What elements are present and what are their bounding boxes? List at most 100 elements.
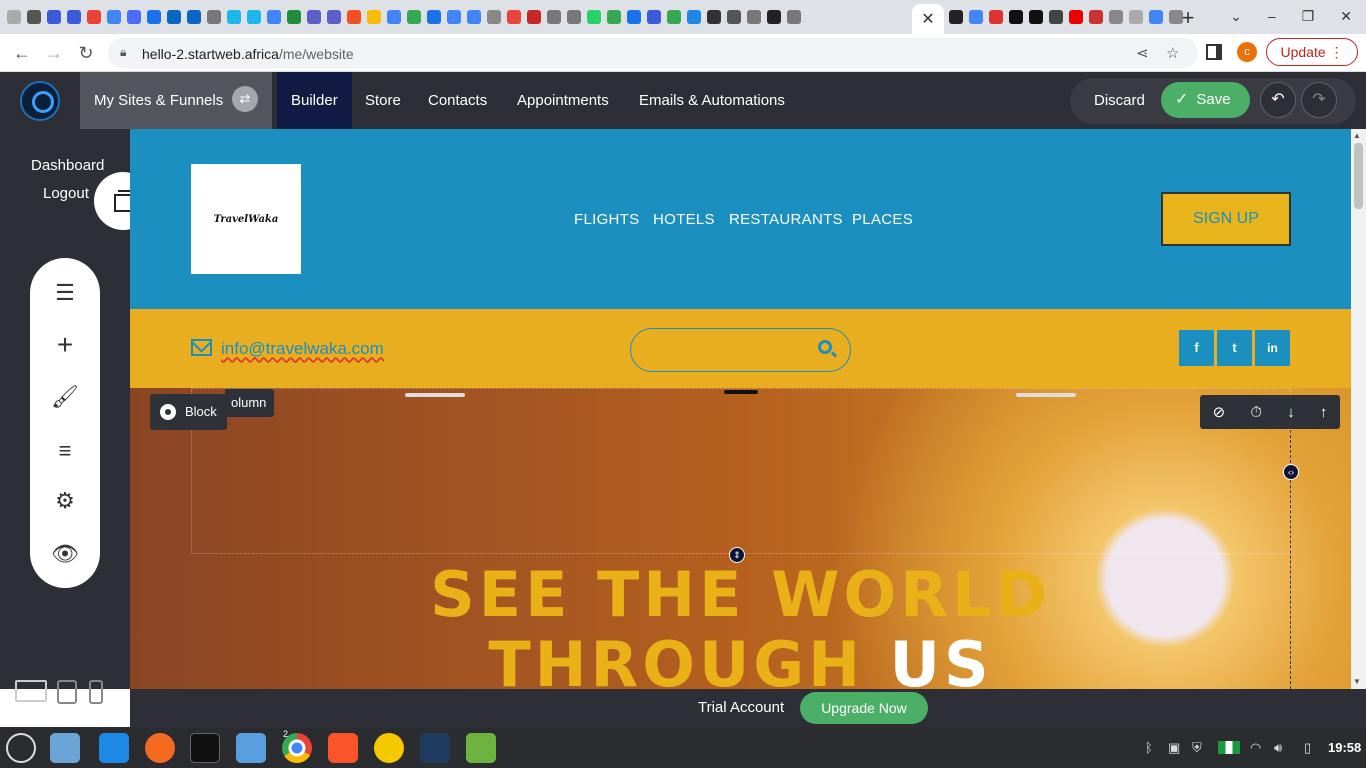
tab-favicon[interactable]	[144, 7, 164, 27]
mobile-view-icon[interactable]	[89, 680, 103, 704]
site-email-link[interactable]: info@travelwaka.com	[221, 339, 384, 359]
tab-favicon[interactable]	[986, 7, 1006, 27]
tab-favicon[interactable]	[664, 7, 684, 27]
dashboard-link[interactable]: Dashboard	[31, 157, 104, 174]
bluetooth-icon[interactable]: ᛒ	[1145, 740, 1153, 755]
site-nav-restaurants[interactable]: RESTAURANTS	[729, 211, 843, 228]
new-tab-button[interactable]: +	[1176, 5, 1200, 31]
site-signup-button[interactable]: SIGN UP	[1161, 192, 1291, 246]
column-label-chip[interactable]: olumn	[225, 389, 275, 417]
tab-favicon[interactable]	[1086, 7, 1106, 27]
vertical-resize-icon[interactable]: ⇕	[729, 547, 745, 563]
tab-favicon[interactable]	[384, 7, 404, 27]
tab-favicon[interactable]	[424, 7, 444, 27]
bitwarden-icon[interactable]	[374, 733, 404, 763]
wifi-icon[interactable]: ◠	[1250, 740, 1261, 756]
plus-icon[interactable]: +	[30, 325, 100, 365]
files-icon[interactable]	[50, 733, 80, 763]
tab-favicon[interactable]	[1126, 7, 1146, 27]
tab-favicon[interactable]	[404, 7, 424, 27]
url-text[interactable]: hello-2.startweb.africa/me/website	[142, 46, 354, 62]
volume-icon[interactable]: 🔊︎	[1274, 740, 1282, 756]
site-nav-flights[interactable]: FLIGHTS	[574, 211, 639, 228]
tab-favicon[interactable]	[1146, 7, 1166, 27]
tab-favicon[interactable]	[104, 7, 124, 27]
chevron-down-icon[interactable]: ⌄	[1230, 8, 1242, 25]
linkedin-icon[interactable]: in	[1255, 330, 1290, 366]
nav-builder[interactable]: Builder	[277, 72, 352, 129]
tab-favicon[interactable]	[1006, 7, 1026, 27]
side-panel-icon[interactable]	[1206, 44, 1222, 60]
tab-favicon[interactable]	[284, 7, 304, 27]
lock-icon[interactable]: 🔒︎	[120, 45, 126, 60]
tab-favicon[interactable]	[544, 7, 564, 27]
hide-eye-slash-icon[interactable]: ⊘	[1213, 403, 1226, 421]
brush-icon[interactable]: 🖌︎	[30, 377, 100, 417]
minimize-icon[interactable]: –	[1268, 8, 1276, 25]
tab-favicon[interactable]	[344, 7, 364, 27]
tab-favicon[interactable]	[966, 7, 986, 27]
folder-icon[interactable]	[236, 733, 266, 763]
profile-avatar[interactable]: c	[1237, 42, 1257, 62]
tab-favicon[interactable]	[244, 7, 264, 27]
move-up-icon[interactable]: ↑	[1320, 404, 1328, 421]
nav-store[interactable]: Store	[365, 72, 401, 129]
share-icon[interactable]: ⋖	[1136, 44, 1149, 62]
mint-menu-icon[interactable]	[6, 733, 36, 763]
tab-favicon[interactable]	[684, 7, 704, 27]
firefox-icon[interactable]	[145, 733, 175, 763]
restore-icon[interactable]: ❐	[1302, 8, 1315, 25]
tab-favicon[interactable]	[124, 7, 144, 27]
tab-favicon[interactable]	[644, 7, 664, 27]
filter-icon[interactable]: ≡	[30, 431, 100, 471]
timer-icon[interactable]: ⏱︎	[1250, 404, 1262, 421]
tab-favicon[interactable]	[484, 7, 504, 27]
selected-column-outline[interactable]	[191, 388, 1291, 554]
tab-favicon[interactable]	[564, 7, 584, 27]
tab-favicon[interactable]	[1066, 7, 1086, 27]
upgrade-now-button[interactable]: Upgrade Now	[800, 692, 928, 724]
tab-favicon[interactable]	[704, 7, 724, 27]
tab-favicon[interactable]	[946, 7, 966, 27]
tab-favicon[interactable]	[604, 7, 624, 27]
canvas-scrollbar[interactable]	[1351, 129, 1366, 689]
logout-link[interactable]: Logout	[43, 185, 89, 202]
more-tab-favicons[interactable]	[946, 7, 1186, 27]
startweb-logo[interactable]	[20, 81, 60, 121]
clipboard-icon[interactable]: ▣	[1168, 740, 1180, 756]
site-logo[interactable]: TravelWaka	[191, 164, 301, 274]
tab-favicon[interactable]	[4, 7, 24, 27]
tab-favicon[interactable]	[264, 7, 284, 27]
nav-appointments[interactable]: Appointments	[517, 72, 609, 129]
twitter-icon[interactable]: t	[1217, 330, 1252, 366]
battery-icon[interactable]: ▯	[1304, 740, 1311, 756]
gear-icon[interactable]: ⚙︎	[30, 481, 100, 521]
back-icon[interactable]: ←	[10, 41, 34, 65]
scrollbar-thumb[interactable]	[1354, 143, 1363, 209]
tab-favicon[interactable]	[204, 7, 224, 27]
nav-emails-automations[interactable]: Emails & Automations	[639, 72, 785, 129]
search-icon[interactable]	[818, 340, 832, 354]
tab-favicon[interactable]	[364, 7, 384, 27]
update-button[interactable]: Update ⋮	[1266, 38, 1358, 66]
save-button[interactable]: ✓ Save	[1161, 82, 1250, 118]
vscode-icon[interactable]	[99, 733, 129, 763]
tab-favicon[interactable]	[64, 7, 84, 27]
tab-favicon[interactable]	[624, 7, 644, 27]
address-bar[interactable]: 🔒︎ hello-2.startweb.africa/me/website ⋖ …	[108, 38, 1198, 68]
discard-button[interactable]: Discard	[1094, 92, 1145, 109]
tab-favicon[interactable]	[784, 7, 804, 27]
tab-favicon[interactable]	[44, 7, 64, 27]
hero-headline[interactable]: SEE THE WORLD THROUGH US	[130, 560, 1351, 700]
scroll-up-icon[interactable]: ▲	[1353, 131, 1361, 140]
tab-favicon[interactable]	[1046, 7, 1066, 27]
reload-icon[interactable]: ↻	[74, 41, 98, 65]
tab-favicon[interactable]	[224, 7, 244, 27]
tab-favicon[interactable]	[744, 7, 764, 27]
resize-handle-center[interactable]	[724, 390, 758, 394]
shield-icon[interactable]: ⛨	[1192, 740, 1202, 756]
tab-favicon[interactable]	[584, 7, 604, 27]
undo-icon[interactable]: ↶	[1260, 82, 1296, 118]
menu-icon[interactable]: ☰	[30, 273, 100, 313]
active-tab[interactable]: ✕	[912, 4, 944, 34]
